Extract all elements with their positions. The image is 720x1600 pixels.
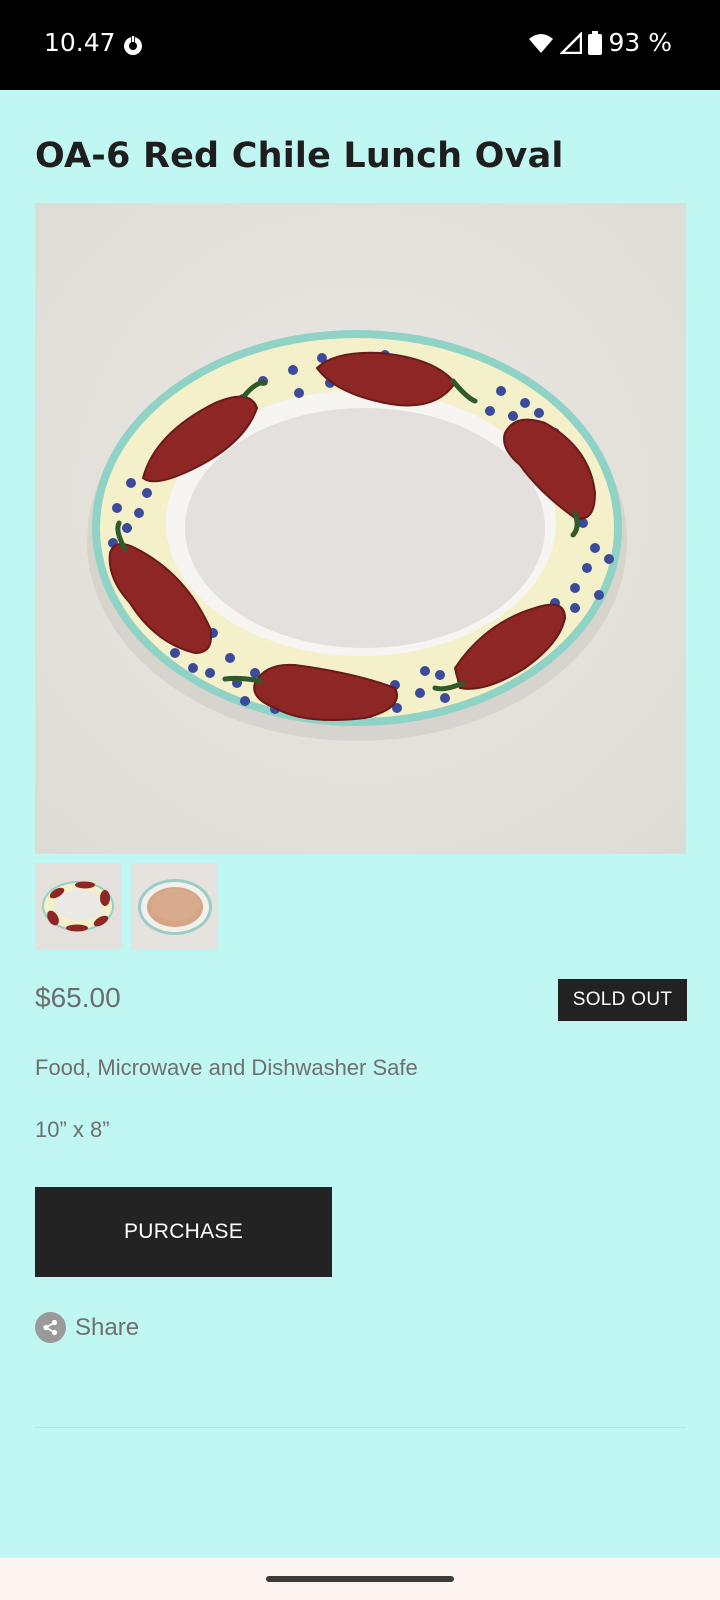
wifi-icon <box>528 32 554 54</box>
system-navigation-bar <box>0 1558 720 1600</box>
product-price: $65.00 <box>35 982 121 1013</box>
status-time: 10.47 <box>44 28 116 57</box>
share-label: Share <box>75 1313 140 1341</box>
product-description: Food, Microwave and Dishwasher Safe <box>35 1055 418 1080</box>
product-page: OA-6 Red Chile Lunch Oval $65.00 SOLD OU… <box>0 90 720 1558</box>
product-title: OA-6 Red Chile Lunch Oval <box>35 136 564 176</box>
home-gesture-pill[interactable] <box>266 1576 454 1582</box>
battery-icon <box>588 30 603 55</box>
battery-percent: 93 % <box>608 28 672 57</box>
product-dimensions: 10” x 8” <box>35 1117 110 1142</box>
share-button[interactable]: Share <box>35 1312 139 1343</box>
cell-signal-icon <box>560 31 583 54</box>
app-notification-icon <box>122 34 144 56</box>
status-bar: 10.47 93 % <box>0 0 720 90</box>
purchase-button[interactable]: PURCHASE <box>35 1187 332 1277</box>
share-icon <box>35 1312 66 1343</box>
product-thumbnail-2[interactable] <box>131 863 218 950</box>
product-thumbnail-1[interactable] <box>35 863 122 950</box>
section-divider <box>35 1427 686 1428</box>
sold-out-badge: SOLD OUT <box>558 979 687 1021</box>
status-icons: 93 % <box>528 28 672 57</box>
product-main-image[interactable] <box>35 203 686 854</box>
